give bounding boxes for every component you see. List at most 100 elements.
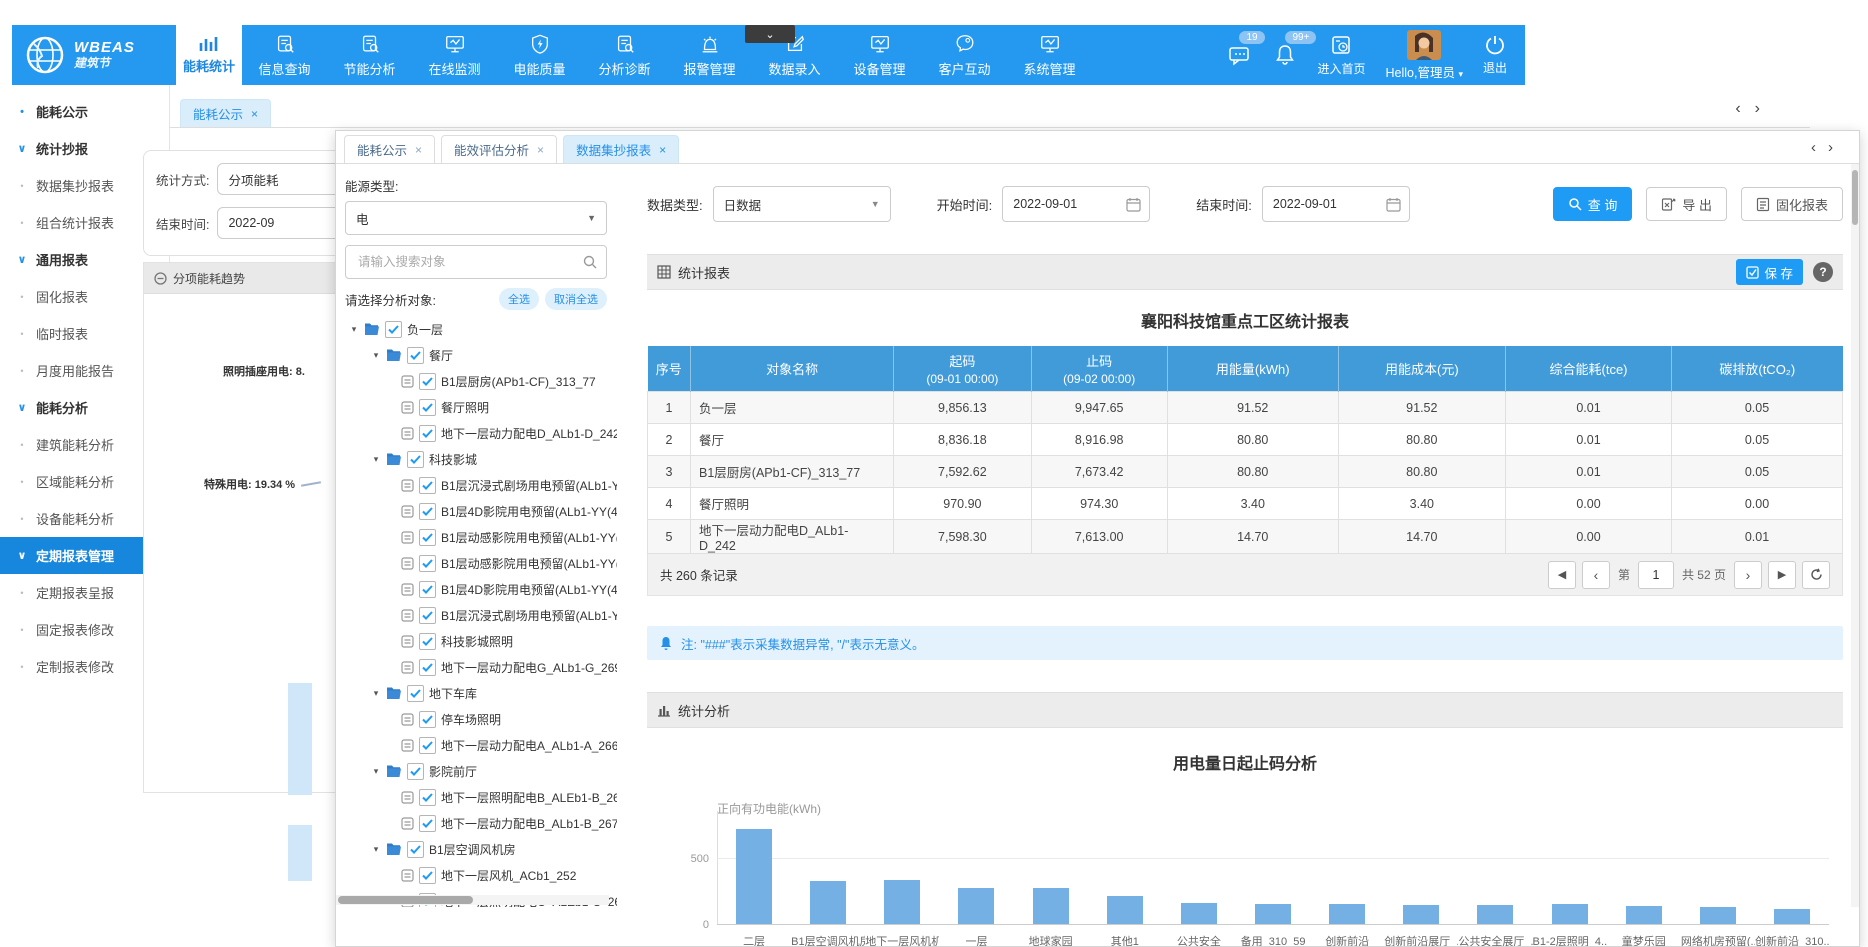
- search-input[interactable]: [356, 254, 582, 270]
- tree-node-B1层动感影院用电预留(ALb1-YY([interactable]: B1层动感影院用电预留(ALb1-YY(: [345, 550, 607, 576]
- tree-node-B1层厨房(APb1-CF)_313_77[interactable]: B1层厨房(APb1-CF)_313_77: [345, 368, 607, 394]
- tree-node-餐厅照明[interactable]: 餐厅照明: [345, 394, 607, 420]
- nav-item-device-mgmt[interactable]: 设备管理: [837, 25, 922, 85]
- save-button[interactable]: 保 存: [1736, 259, 1803, 285]
- checkbox-checked[interactable]: [419, 399, 436, 416]
- nav-item-online-monitor[interactable]: 在线监测: [412, 25, 497, 85]
- tree-node-地下一层动力配电D_ALb1-D_242[interactable]: 地下一层动力配电D_ALb1-D_242: [345, 420, 607, 446]
- prev-page-button[interactable]: ‹: [1582, 561, 1610, 589]
- checkbox-checked[interactable]: [407, 451, 424, 468]
- popup-tab-能效评估分析[interactable]: 能效评估分析×: [441, 135, 557, 163]
- checkbox-checked[interactable]: [419, 581, 436, 598]
- data-type-select[interactable]: 日数据 ▼: [713, 186, 891, 222]
- tree-node-B1层沉浸式剧场用电预留(ALb1-YY[interactable]: B1层沉浸式剧场用电预留(ALb1-YY: [345, 472, 607, 498]
- tab-energy-publicity[interactable]: 能耗公示 ×: [180, 99, 271, 127]
- refresh-button[interactable]: [1802, 561, 1830, 589]
- checkbox-checked[interactable]: [419, 815, 436, 832]
- table-cell: B1层厨房(APb1-CF)_313_77: [691, 456, 894, 488]
- popup-tab-能耗公示[interactable]: 能耗公示×: [344, 135, 435, 163]
- page-number-input[interactable]: [1638, 561, 1674, 589]
- tree-node-B1层沉浸式剧场用电预留(ALb1-YY[interactable]: B1层沉浸式剧场用电预留(ALb1-YY: [345, 602, 607, 628]
- close-icon[interactable]: ×: [415, 143, 422, 157]
- tree-node-地下一层动力配电G_ALb1-G_269[interactable]: 地下一层动力配电G_ALb1-G_269: [345, 654, 607, 680]
- tree-expand-icon[interactable]: ▾: [371, 454, 381, 465]
- tree-horizontal-scrollbar[interactable]: [336, 895, 609, 905]
- checkbox-checked[interactable]: [407, 841, 424, 858]
- nav-item-info-query[interactable]: 信息查询: [242, 25, 327, 85]
- help-button[interactable]: ?: [1813, 262, 1833, 282]
- messages-button[interactable]: 19: [1227, 43, 1253, 67]
- export-button[interactable]: 导 出: [1646, 187, 1727, 221]
- checkbox-checked[interactable]: [419, 607, 436, 624]
- start-date-field[interactable]: 2022-09-01: [1002, 186, 1150, 222]
- checkbox-checked[interactable]: [419, 737, 436, 754]
- tree-node-地下车库[interactable]: ▾地下车库: [345, 680, 607, 706]
- tree-expand-icon[interactable]: ▾: [349, 324, 359, 335]
- user-menu[interactable]: Hello,管理员 ▾: [1386, 30, 1463, 81]
- nav-item-alarm-mgmt[interactable]: 报警管理: [667, 25, 752, 85]
- tree-node-餐厅[interactable]: ▾餐厅: [345, 342, 607, 368]
- nav-item-energy-stats[interactable]: 能耗统计: [176, 25, 242, 85]
- nav-item-system-mgmt[interactable]: 系统管理: [1007, 25, 1092, 85]
- energy-type-select[interactable]: 电 ▼: [345, 201, 607, 235]
- data-entry-dropdown[interactable]: ⌄: [745, 25, 795, 43]
- next-page-button[interactable]: ›: [1734, 561, 1762, 589]
- checkbox-checked[interactable]: [407, 685, 424, 702]
- checkbox-checked[interactable]: [419, 633, 436, 650]
- tree-node-地下一层动力配电A_ALb1-A_266[interactable]: 地下一层动力配电A_ALb1-A_266: [345, 732, 607, 758]
- tree-node-B1层4D影院用电预留(ALb1-YY(4D[interactable]: B1层4D影院用电预留(ALb1-YY(4D: [345, 498, 607, 524]
- nav-item-analysis-diagnosis[interactable]: 分析诊断: [582, 25, 667, 85]
- tree-node-地下一层动力配电B_ALb1-B_267[interactable]: 地下一层动力配电B_ALb1-B_267: [345, 810, 607, 836]
- tree-expand-icon[interactable]: ▾: [371, 350, 381, 361]
- tree-node-科技影城[interactable]: ▾科技影城: [345, 446, 607, 472]
- solidify-report-button[interactable]: 固化报表: [1741, 187, 1843, 221]
- popup-tab-scroll-arrows[interactable]: ‹›: [1811, 139, 1845, 156]
- close-icon[interactable]: ×: [537, 143, 544, 157]
- tree-node-影院前厅[interactable]: ▾影院前厅: [345, 758, 607, 784]
- tree-expand-icon[interactable]: ▾: [371, 688, 381, 699]
- checkbox-checked[interactable]: [419, 789, 436, 806]
- checkbox-checked[interactable]: [407, 347, 424, 364]
- checkbox-checked[interactable]: [419, 711, 436, 728]
- nav-item-energy-saving-analysis[interactable]: 节能分析: [327, 25, 412, 85]
- object-search-box[interactable]: [345, 245, 607, 279]
- close-icon[interactable]: ×: [659, 143, 666, 157]
- alerts-button[interactable]: 99+: [1273, 43, 1297, 67]
- tree-expand-icon[interactable]: ▾: [371, 844, 381, 855]
- checkbox-checked[interactable]: [419, 503, 436, 520]
- checkbox-checked[interactable]: [419, 425, 436, 442]
- query-button[interactable]: 查 询: [1553, 187, 1633, 221]
- tree-node-科技影城照明[interactable]: 科技影城照明: [345, 628, 607, 654]
- checkbox-checked[interactable]: [419, 529, 436, 546]
- nav-item-customer-interaction[interactable]: 客户互动: [922, 25, 1007, 85]
- tree-node-B1层4D影院用电预留(ALb1-YY(4D[interactable]: B1层4D影院用电预留(ALb1-YY(4D: [345, 576, 607, 602]
- tree-node-B1层空调风机房[interactable]: ▾B1层空调风机房: [345, 836, 607, 862]
- end-time-field[interactable]: 2022-09: [217, 207, 347, 239]
- sidebar-item-能耗公示[interactable]: •能耗公示: [0, 93, 169, 130]
- nav-item-power-quality[interactable]: 电能质量: [497, 25, 582, 85]
- checkbox-checked[interactable]: [419, 373, 436, 390]
- last-page-button[interactable]: ▶: [1768, 561, 1796, 589]
- checkbox-checked[interactable]: [385, 321, 402, 338]
- first-page-button[interactable]: ◀: [1548, 561, 1576, 589]
- popup-tab-数据集抄报表[interactable]: 数据集抄报表×: [563, 135, 679, 163]
- stat-mode-select[interactable]: 分项能耗: [217, 163, 347, 195]
- checkbox-checked[interactable]: [407, 763, 424, 780]
- tree-node-负一层[interactable]: ▾负一层: [345, 316, 607, 342]
- checkbox-checked[interactable]: [419, 477, 436, 494]
- tree-node-地下一层照明配电B_ALEb1-B_26[interactable]: 地下一层照明配电B_ALEb1-B_26: [345, 784, 607, 810]
- close-icon[interactable]: ×: [251, 107, 258, 121]
- logout-button[interactable]: 退出: [1483, 34, 1507, 76]
- tree-expand-icon[interactable]: ▾: [371, 766, 381, 777]
- tree-node-停车场照明[interactable]: 停车场照明: [345, 706, 607, 732]
- tree-node-地下一层风机_ACb1_252[interactable]: 地下一层风机_ACb1_252: [345, 862, 607, 888]
- checkbox-checked[interactable]: [419, 659, 436, 676]
- tree-node-B1层动感影院用电预留(ALb1-YY([interactable]: B1层动感影院用电预留(ALb1-YY(: [345, 524, 607, 550]
- checkbox-checked[interactable]: [419, 555, 436, 572]
- end-date-field[interactable]: 2022-09-01: [1262, 186, 1410, 222]
- deselect-all-button[interactable]: 取消全选: [545, 288, 607, 310]
- select-all-button[interactable]: 全选: [499, 288, 539, 310]
- tab-scroll-arrows[interactable]: ‹›: [1735, 100, 1774, 118]
- go-home-button[interactable]: 进入首页: [1317, 33, 1365, 77]
- checkbox-checked[interactable]: [419, 867, 436, 884]
